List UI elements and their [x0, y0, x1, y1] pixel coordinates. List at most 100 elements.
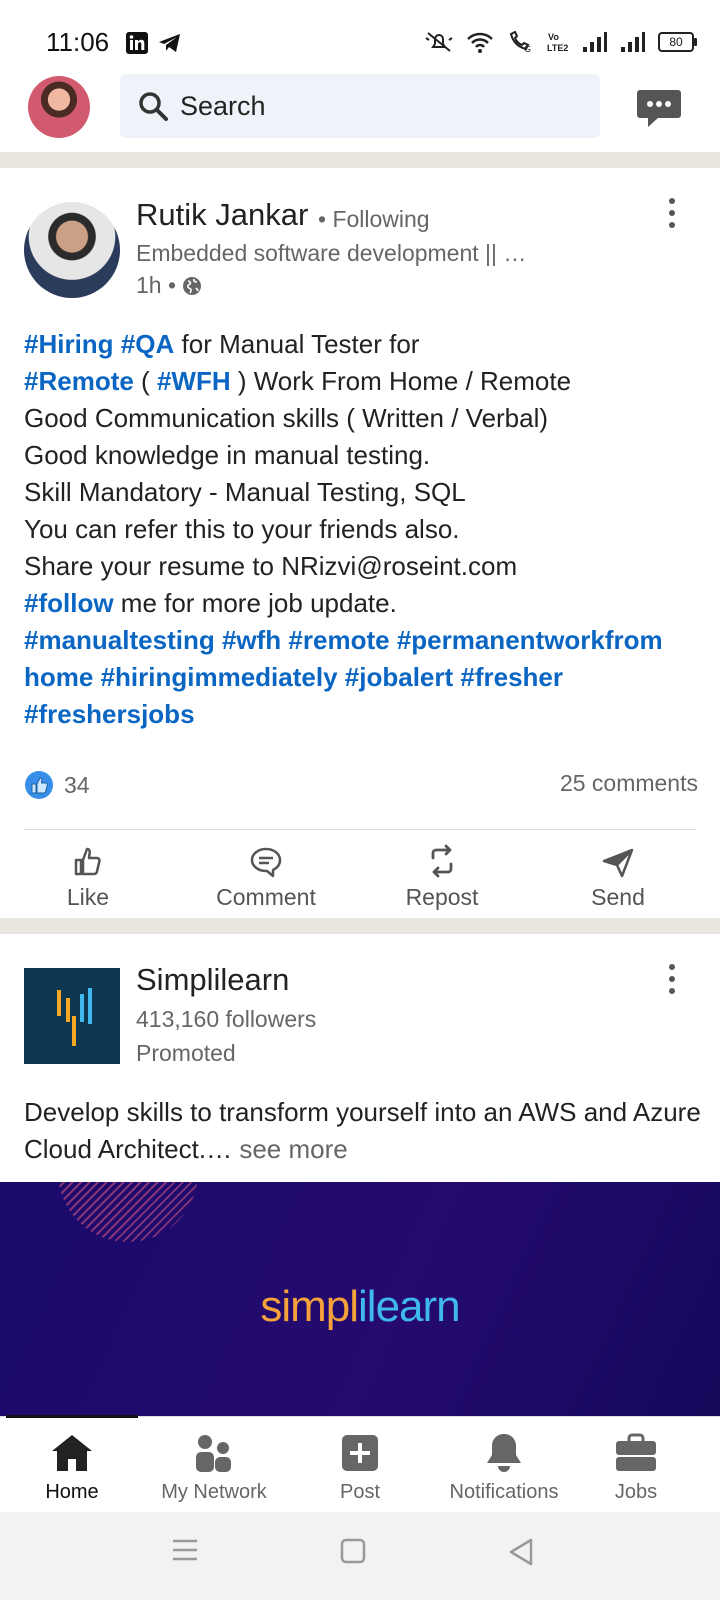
hashtag-link[interactable]: #wfh [222, 625, 281, 655]
hashtag-link[interactable]: #fresher [460, 662, 563, 692]
status-bar: 11:06 G Vo LTE2 80 [0, 0, 720, 74]
hashtag-link[interactable]: #Hiring [24, 329, 114, 359]
hashtag-link[interactable]: #remote [288, 625, 389, 655]
profile-avatar[interactable] [28, 76, 90, 138]
feed-divider [0, 152, 720, 168]
messaging-icon[interactable] [636, 88, 682, 128]
nav-post-label: Post [339, 1481, 381, 1503]
company-name[interactable]: Simplilearn [136, 962, 289, 998]
company-followers: 413,160 followers [136, 1006, 317, 1032]
hashtag-link[interactable]: #freshersjobs [24, 699, 195, 729]
signal-icon-2 [621, 32, 645, 52]
back-icon[interactable] [508, 1538, 534, 1566]
send-icon [602, 848, 634, 878]
hashtag-link[interactable]: #QA [121, 329, 174, 359]
like-icon [74, 847, 101, 876]
hashtag-link[interactable]: #permanentworkfrom [397, 625, 663, 655]
post-body: #Hiring #QA for Manual Tester for #Remote… [24, 326, 704, 733]
nav-my-network[interactable]: My Network [144, 1431, 284, 1504]
author-headline: Embedded software development || … [136, 240, 527, 266]
post-text [390, 625, 397, 655]
search-bar[interactable]: Search [120, 74, 600, 138]
hashtag-link[interactable]: #jobalert [345, 662, 453, 692]
post-separator [24, 829, 696, 830]
repost-icon [431, 844, 453, 878]
hashtag-link[interactable]: #hiringimmediately [101, 662, 338, 692]
telegram-notification-icon [159, 34, 180, 52]
promoted-banner-image[interactable]: simplilearn [0, 1182, 720, 1416]
post-body-line: #follow me for more job update. [24, 585, 704, 622]
send-button[interactable]: Send [538, 838, 698, 911]
reactions[interactable]: 34 [24, 770, 90, 800]
search-placeholder: Search [180, 90, 266, 121]
hashtag-link[interactable]: #manualtesting [24, 625, 215, 655]
globe-icon [183, 276, 202, 295]
post-text: You can refer this to your friends also. [24, 514, 460, 544]
post-text [338, 662, 345, 692]
post-text: ) Work From Home / Remote [230, 366, 572, 396]
reaction-count: 34 [64, 771, 90, 798]
svg-text:G: G [524, 44, 531, 54]
comment-label: Comment [216, 884, 316, 910]
notifications-icon [487, 1434, 521, 1472]
post-icon [342, 1435, 378, 1471]
post-text [114, 329, 121, 359]
promoted-body: Develop skills to transform yourself int… [24, 1097, 701, 1164]
post-body-line: #freshersjobs [24, 696, 704, 733]
nav-jobs[interactable]: Jobs [566, 1431, 706, 1504]
like-reaction-icon [25, 771, 53, 799]
hashtag-link[interactable]: #Remote [24, 366, 134, 396]
volte-icon: VoLTE2 [547, 32, 568, 53]
post-body-line: #manualtesting #wfh #remote #permanentwo… [24, 622, 704, 659]
post-actions: Like Comment Repost Send [0, 838, 720, 918]
company-logo[interactable] [24, 968, 120, 1064]
post-meta: 1h • [136, 272, 202, 299]
feed-divider [0, 918, 720, 934]
hashtag-link[interactable]: home [24, 662, 93, 692]
following-label: • Following [318, 206, 430, 232]
nav-notifications[interactable]: Notifications [434, 1431, 574, 1504]
post-body-line: home #hiringimmediately #jobalert #fresh… [24, 659, 704, 696]
post-body-line: Good knowledge in manual testing. [24, 437, 704, 474]
post-time: 1h • [136, 272, 177, 298]
home-system-icon[interactable] [340, 1538, 366, 1564]
home-icon [52, 1435, 92, 1471]
comment-button[interactable]: Comment [186, 838, 346, 911]
nav-post[interactable]: Post [290, 1431, 430, 1504]
nav-home[interactable]: Home [2, 1431, 142, 1504]
top-header: Search [0, 74, 720, 152]
search-icon [139, 92, 168, 121]
mute-icon [425, 32, 453, 52]
post-text: Good Communication skills ( Written / Ve… [24, 403, 549, 433]
post-more-button[interactable] [666, 198, 678, 230]
post-body-line: #Hiring #QA for Manual Tester for [24, 326, 704, 363]
simplilearn-logo-icon [57, 988, 92, 1046]
promoted-more-button[interactable] [666, 964, 678, 996]
author-name[interactable]: Rutik Jankar [136, 197, 308, 233]
recent-apps-icon[interactable] [172, 1538, 198, 1562]
battery-icon: 80 [658, 32, 697, 52]
like-button[interactable]: Like [8, 838, 168, 911]
post-text: Share your resume to NRizvi@roseint.com [24, 551, 518, 581]
repost-button[interactable]: Repost [362, 838, 522, 911]
bottom-navigation: Home My Network Post Notifications Jobs [0, 1415, 720, 1513]
repost-label: Repost [405, 884, 479, 910]
see-more-link[interactable]: see more [232, 1134, 347, 1164]
post-text [215, 625, 222, 655]
signal-icon-1 [583, 32, 607, 52]
banner-decoration [58, 1182, 198, 1242]
post-body-line: Good Communication skills ( Written / Ve… [24, 400, 704, 437]
banner-brand-logo: simplilearn [260, 1282, 460, 1331]
author-avatar[interactable] [24, 202, 120, 298]
svg-text:LTE2: LTE2 [547, 43, 568, 53]
post-text: for Manual Tester for [174, 329, 420, 359]
comment-icon [250, 847, 282, 878]
comments-count[interactable]: 25 comments [560, 770, 698, 797]
post-body-line: You can refer this to your friends also. [24, 511, 704, 548]
hashtag-link[interactable]: #follow [24, 588, 114, 618]
hashtag-link[interactable]: #WFH [157, 366, 231, 396]
promoted-label: Promoted [136, 1040, 236, 1066]
like-label: Like [66, 884, 110, 910]
post-body-line: Share your resume to NRizvi@roseint.com [24, 548, 704, 585]
nav-my-network-label: My Network [161, 1481, 267, 1503]
